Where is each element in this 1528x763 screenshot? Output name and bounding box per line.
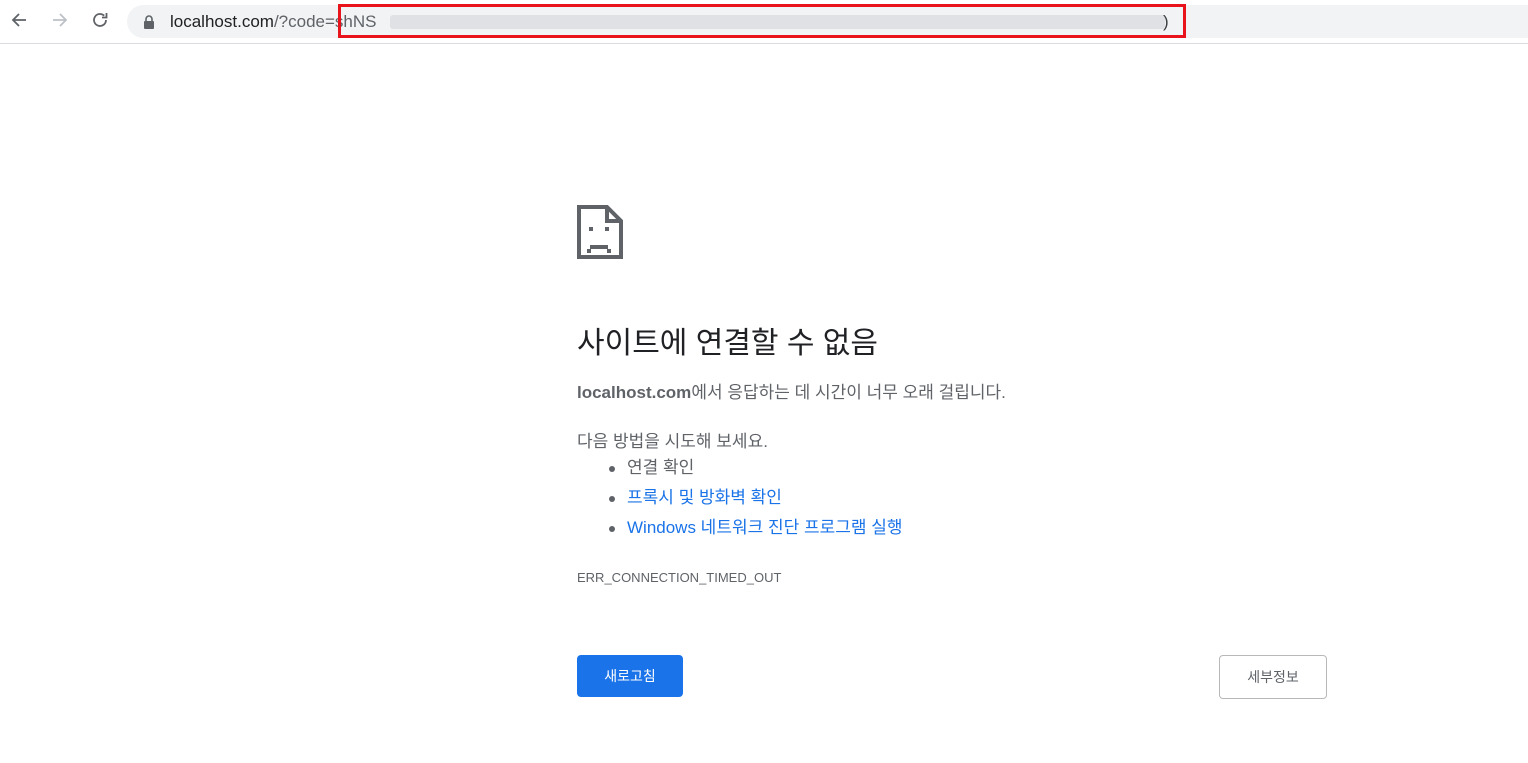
reload-page-button[interactable]: 새로고침 <box>577 655 683 697</box>
error-description: localhost.com에서 응답하는 데 시간이 너무 오래 걸립니다. <box>577 378 1006 403</box>
forward-button[interactable] <box>46 6 74 34</box>
suggestion-check-proxy-firewall[interactable]: 프록시 및 방화벽 확인 <box>577 486 903 516</box>
sad-document-icon <box>577 205 623 259</box>
reload-button[interactable] <box>86 6 114 34</box>
error-desc-text: 에서 응답하는 데 시간이 너무 오래 걸립니다. <box>691 383 1006 402</box>
error-host: localhost.com <box>577 383 692 402</box>
details-button[interactable]: 세부정보 <box>1219 655 1327 699</box>
arrow-left-icon <box>11 13 26 27</box>
suggestion-check-connection: 연결 확인 <box>577 456 903 486</box>
browser-toolbar: localhost.com/?code=shNS ) <box>0 0 1528 44</box>
back-button[interactable] <box>5 6 33 34</box>
lock-icon[interactable] <box>143 15 155 29</box>
arrow-right-icon <box>53 13 68 27</box>
refresh-icon <box>93 13 108 27</box>
url-highlight-box <box>338 4 1186 38</box>
suggestion-run-network-diagnostics[interactable]: Windows 네트워크 진단 프로그램 실행 <box>577 516 903 546</box>
error-code: ERR_CONNECTION_TIMED_OUT <box>577 570 782 585</box>
suggestions-heading: 다음 방법을 시도해 보세요. <box>577 432 768 451</box>
error-title: 사이트에 연결할 수 없음 <box>577 327 879 360</box>
suggestions-list: 연결 확인 프록시 및 방화벽 확인 Windows 네트워크 진단 프로그램 … <box>577 456 903 546</box>
url-host: localhost.com <box>170 12 274 31</box>
